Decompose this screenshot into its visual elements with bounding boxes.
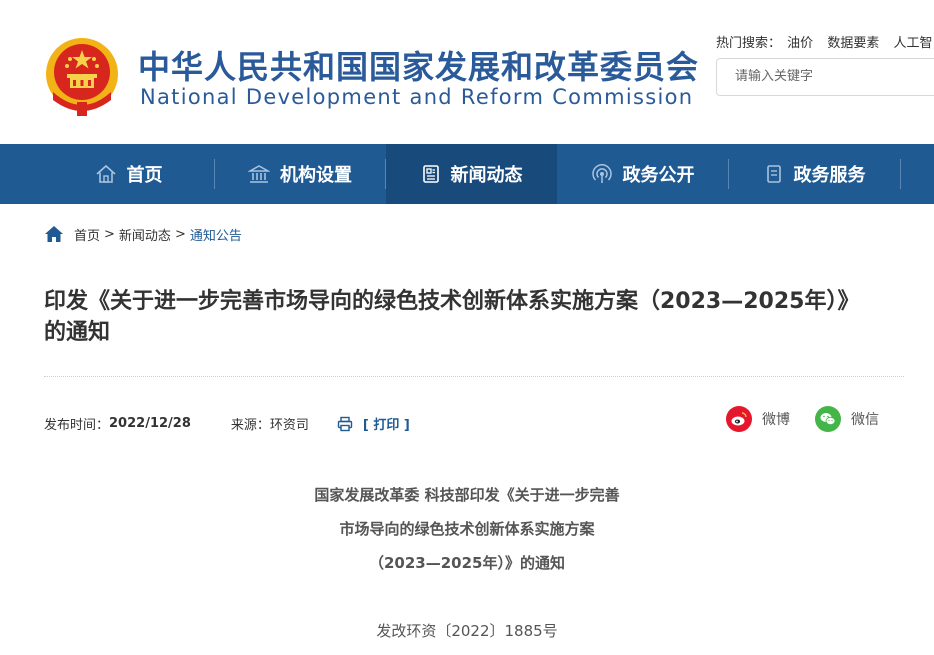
site-title-cn[interactable]: 中华人民共和国国家发展和改革委员会 [138, 48, 699, 86]
hot-search: 热门搜索： 油价 数据要素 人工智 [716, 32, 934, 51]
search-input[interactable] [735, 69, 915, 84]
document-heading-line: 市场导向的绿色技术创新体系实施方案 [339, 520, 595, 538]
article-title: 印发《关于进一步完善市场导向的绿色技术创新体系实施方案（2023—2025年）》… [44, 289, 860, 345]
nav-item-news[interactable]: 新闻动态 [386, 144, 557, 204]
breadcrumb-news[interactable]: 新闻动态 [119, 225, 171, 244]
breadcrumb-separator: > [104, 226, 115, 242]
site-title-en[interactable]: National Development and Reform Commissi… [140, 84, 693, 110]
home-icon[interactable] [44, 225, 64, 243]
document-heading-line: 国家发展改革委 科技部印发《关于进一步完善 [314, 486, 620, 504]
national-emblem-icon[interactable] [43, 36, 121, 118]
share-weibo-label: 微博 [762, 412, 790, 428]
news-icon [422, 165, 439, 183]
document-heading-line: （2023—2025年）》的通知 [369, 554, 565, 572]
print-button[interactable]: [ 打印 ] [337, 414, 410, 433]
publish-date: 2022/12/28 [109, 416, 191, 431]
hot-search-item[interactable]: 数据要素 [827, 36, 879, 51]
wechat-icon [815, 406, 841, 432]
printer-icon [337, 416, 353, 431]
share-wechat-button[interactable]: 微信 [815, 406, 879, 432]
article-meta: 发布时间： 2022/12/28 来源： 环资司 [ 打印 ] [44, 414, 410, 433]
weibo-icon [726, 406, 752, 432]
main-nav: 首页 机构设置 新闻动态 政务公开 政务服务 [0, 144, 934, 204]
nav-item-home[interactable]: 首页 [43, 144, 214, 204]
nav-item-organization[interactable]: 机构设置 [215, 144, 385, 204]
nav-item-government-affairs[interactable]: 政务公开 [557, 144, 728, 204]
breadcrumb: 首页 > 新闻动态 > 通知公告 [44, 224, 242, 244]
house-icon [95, 164, 116, 183]
nav-divider [900, 159, 901, 189]
title-divider [44, 376, 904, 377]
breadcrumb-current[interactable]: 通知公告 [190, 225, 242, 244]
hot-search-label: 热门搜索： [716, 36, 782, 51]
document-icon [766, 165, 781, 183]
hot-search-item[interactable]: 油价 [787, 36, 813, 51]
share-weibo-button[interactable]: 微博 [726, 406, 790, 432]
source-label: 来源： [230, 418, 270, 433]
nav-label: 政务公开 [622, 165, 695, 186]
breadcrumb-home[interactable]: 首页 [74, 225, 100, 244]
publish-label: 发布时间： [44, 418, 110, 433]
nav-label: 政务服务 [793, 165, 866, 186]
share-wechat-label: 微信 [851, 412, 879, 428]
search-box[interactable] [716, 58, 934, 96]
nav-label: 首页 [126, 165, 163, 186]
print-label: [ 打印 ] [362, 418, 410, 433]
nav-label: 新闻动态 [450, 165, 523, 186]
hot-search-item[interactable]: 人工智 [893, 36, 932, 51]
source-value: 环资司 [269, 418, 309, 433]
breadcrumb-separator: > [174, 226, 186, 242]
nav-label: 机构设置 [280, 165, 352, 186]
building-icon [248, 165, 270, 183]
nav-item-government-services[interactable]: 政务服务 [729, 144, 900, 204]
document-number: 发改环资〔2022〕1885号 [376, 622, 558, 640]
broadcast-icon [591, 164, 612, 183]
site-header: 中华人民共和国国家发展和改革委员会 National Development a… [0, 0, 934, 144]
